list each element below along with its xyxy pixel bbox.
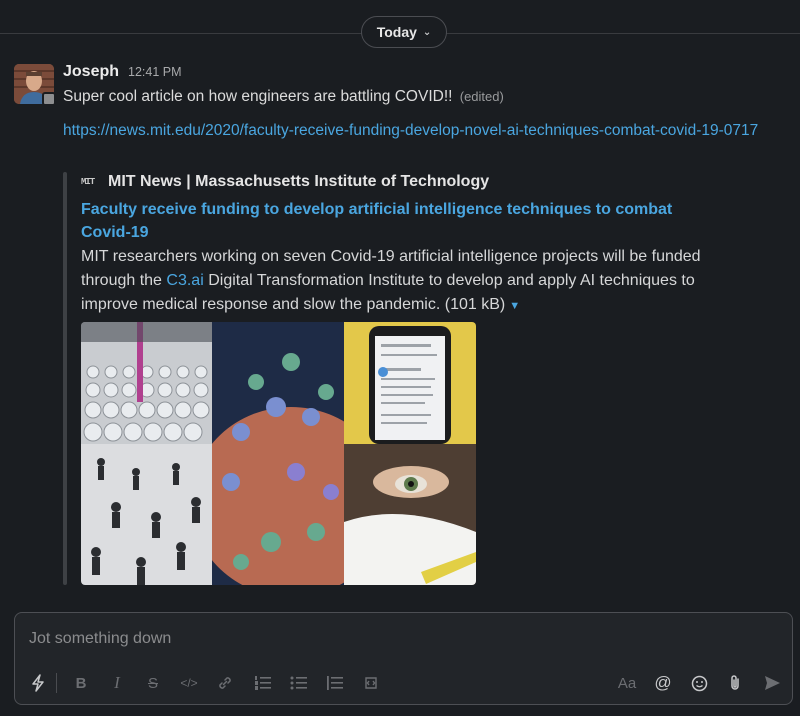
message-link[interactable]: https://news.mit.edu/2020/faculty-receiv… — [63, 119, 783, 143]
composer-toolbar: B I S </> Aa @ — [15, 669, 792, 699]
unfurl-title-link[interactable]: Faculty receive funding to develop artif… — [81, 198, 701, 244]
message-text: Super cool article on how engineers are … — [63, 88, 504, 106]
shortcuts-icon[interactable] — [24, 669, 52, 697]
ordered-list-icon[interactable] — [249, 669, 277, 697]
attachment-bar — [63, 172, 67, 585]
presence-indicator — [42, 92, 56, 106]
site-logo: MIT — [81, 176, 95, 187]
file-size: (101 kB) — [444, 296, 506, 313]
message-composer: B I S </> Aa @ — [14, 612, 793, 705]
message-input[interactable] — [27, 627, 771, 651]
italic-icon[interactable]: I — [103, 669, 131, 697]
code-block-icon[interactable] — [357, 669, 385, 697]
blockquote-icon[interactable] — [321, 669, 349, 697]
text-format-icon[interactable]: Aa — [613, 669, 641, 697]
collapse-caret-icon[interactable]: ▼ — [509, 300, 520, 312]
author-name[interactable]: Joseph — [63, 63, 119, 81]
bold-icon[interactable]: B — [67, 669, 95, 697]
toolbar-divider — [56, 673, 57, 693]
edited-label: (edited) — [459, 89, 504, 104]
message-timestamp[interactable]: 12:41 PM — [128, 65, 182, 79]
mention-icon[interactable]: @ — [649, 669, 677, 697]
unfurl-description: MIT researchers working on seven Covid-1… — [81, 245, 701, 318]
site-name: MIT News | Massachusetts Institute of Te… — [108, 173, 490, 190]
date-divider-button[interactable]: Today ⌄ — [361, 16, 447, 48]
date-divider-label: Today — [376, 24, 417, 40]
strikethrough-icon[interactable]: S — [139, 669, 167, 697]
unfurl-site: MIT MIT News | Massachusetts Institute o… — [81, 173, 489, 191]
unfurl-image[interactable] — [81, 322, 476, 585]
bulleted-list-icon[interactable] — [285, 669, 313, 697]
code-icon[interactable]: </> — [175, 669, 203, 697]
chevron-down-icon: ⌄ — [422, 26, 432, 38]
emoji-icon[interactable] — [685, 669, 713, 697]
attach-icon[interactable] — [721, 669, 749, 697]
link-icon[interactable] — [211, 669, 239, 697]
c3ai-link[interactable]: C3.ai — [166, 272, 203, 289]
message-header: Joseph 12:41 PM — [63, 63, 182, 81]
message-body: Super cool article on how engineers are … — [63, 88, 453, 105]
send-icon[interactable] — [758, 669, 786, 697]
